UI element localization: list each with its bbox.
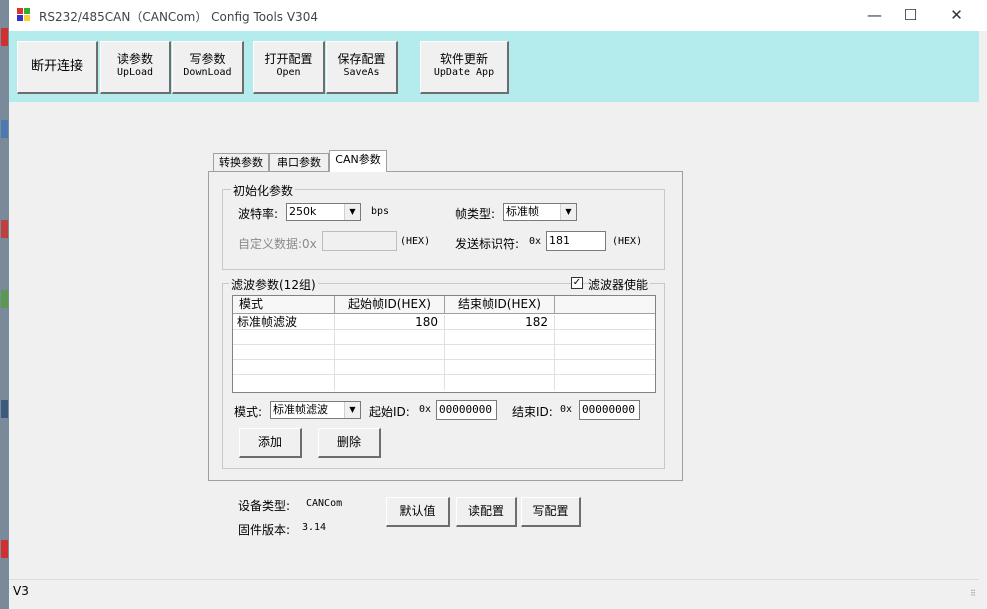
table-cell-end-id[interactable]: 182 <box>445 315 555 330</box>
baud-label: 波特率: <box>238 207 279 221</box>
table-cell-empty <box>555 330 655 345</box>
read-config-button[interactable]: 读配置 <box>456 497 517 527</box>
chevron-down-icon: ▼ <box>560 204 576 220</box>
upload-sublabel: UpLoad <box>116 67 154 78</box>
write-config-button[interactable]: 写配置 <box>521 497 581 527</box>
open-sublabel: Open <box>276 67 301 78</box>
table-cell-empty <box>445 375 555 390</box>
device-type-label: 设备类型: <box>238 499 291 513</box>
custom-data-input[interactable] <box>322 231 397 251</box>
baud-unit: bps <box>371 206 390 217</box>
table-cell-empty <box>555 360 655 375</box>
frame-type-value: 标准帧 <box>506 205 539 218</box>
filter-group-title: 滤波参数(12组) <box>229 276 318 293</box>
table-cell-empty <box>445 330 555 345</box>
tab-conversion[interactable]: 转换参数 <box>213 153 269 172</box>
delete-filter-button[interactable]: 删除 <box>318 428 381 458</box>
table-cell-empty <box>233 345 335 360</box>
end-id-prefix: 0x <box>560 404 573 415</box>
column-header-mode[interactable]: 模式 <box>233 296 335 314</box>
download-label: 写参数 <box>189 52 226 66</box>
column-header-blank <box>555 296 655 314</box>
status-text: V3 <box>13 584 29 598</box>
frame-type-label: 帧类型: <box>455 207 496 221</box>
custom-data-hex: (HEX) <box>400 236 431 247</box>
default-button[interactable]: 默认值 <box>386 497 450 527</box>
desktop-strip <box>0 0 9 609</box>
resize-grip-icon[interactable]: ⠿ <box>970 589 976 598</box>
device-type-value: CANCom <box>306 498 343 509</box>
window-title: RS232/485CAN（CANCom） Config Tools V304 <box>39 10 318 24</box>
app-window: RS232/485CAN（CANCom） Config Tools V304 —… <box>0 0 987 609</box>
update-app-button[interactable]: 软件更新 UpDate App <box>420 41 509 94</box>
baud-value: 250k <box>289 205 317 218</box>
filter-enable-checkbox[interactable]: ✓ <box>571 277 583 289</box>
init-group-title: 初始化参数 <box>231 182 296 199</box>
table-cell-empty <box>555 345 655 360</box>
start-id-input[interactable]: 00000000 <box>436 400 497 420</box>
table-cell-start-id[interactable]: 180 <box>335 315 445 330</box>
tab-serial[interactable]: 串口参数 <box>269 153 329 172</box>
table-cell-blank <box>555 315 655 330</box>
update-sublabel: UpDate App <box>433 67 495 78</box>
mode-value: 标准帧滤波 <box>273 403 328 416</box>
download-sublabel: DownLoad <box>183 67 232 78</box>
baud-select[interactable]: 250k ▼ <box>286 203 361 221</box>
add-filter-button[interactable]: 添加 <box>239 428 302 458</box>
open-button[interactable]: 打开配置 Open <box>253 41 325 94</box>
table-cell-empty <box>335 360 445 375</box>
start-id-prefix: 0x <box>419 404 432 415</box>
send-id-hex: (HEX) <box>612 236 643 247</box>
saveas-label: 保存配置 <box>337 52 386 66</box>
table-cell-mode[interactable]: 标准帧滤波 <box>233 315 335 330</box>
send-id-label: 发送标识符: <box>455 237 520 251</box>
table-cell-empty <box>233 330 335 345</box>
filter-table[interactable]: 模式 起始帧ID(HEX) 结束帧ID(HEX) 标准帧滤波 180 182 <box>232 295 656 393</box>
column-header-start-id[interactable]: 起始帧ID(HEX) <box>335 296 445 314</box>
table-cell-empty <box>335 345 445 360</box>
send-id-prefix: 0x <box>529 236 542 247</box>
saveas-sublabel: SaveAs <box>343 67 380 78</box>
chevron-down-icon: ▼ <box>344 402 360 418</box>
firmware-value: 3.14 <box>302 522 327 533</box>
tab-can[interactable]: CAN参数 <box>329 150 387 172</box>
open-label: 打开配置 <box>264 52 313 66</box>
disconnect-button[interactable]: 断开连接 <box>17 41 98 94</box>
chevron-down-icon: ▼ <box>344 204 360 220</box>
upload-label: 读参数 <box>116 52 153 66</box>
table-cell-empty <box>233 375 335 390</box>
end-id-input[interactable]: 00000000 <box>579 400 640 420</box>
status-bar: V3 ⠿ <box>9 579 979 601</box>
filter-enable-label: 滤波器使能 <box>588 276 651 293</box>
table-cell-empty <box>335 330 445 345</box>
mode-select[interactable]: 标准帧滤波 ▼ <box>270 401 361 419</box>
frame-type-select[interactable]: 标准帧 ▼ <box>503 203 577 221</box>
table-cell-empty <box>555 375 655 390</box>
table-cell-empty <box>445 360 555 375</box>
firmware-label: 固件版本: <box>238 523 291 537</box>
custom-data-label: 自定义数据:0x <box>238 237 317 251</box>
download-button[interactable]: 写参数 DownLoad <box>172 41 244 94</box>
close-button[interactable]: ✕ <box>934 0 979 31</box>
column-header-end-id[interactable]: 结束帧ID(HEX) <box>445 296 555 314</box>
init-group: 初始化参数 <box>222 182 665 270</box>
update-label: 软件更新 <box>439 52 488 66</box>
mode-label: 模式: <box>234 405 263 419</box>
maximize-button[interactable]: ☐ <box>888 0 933 31</box>
title-bar: RS232/485CAN（CANCom） Config Tools V304 —… <box>9 0 987 31</box>
table-cell-empty <box>445 345 555 360</box>
table-cell-empty <box>335 375 445 390</box>
toolbar: 断开连接 读参数 UpLoad 写参数 DownLoad 打开配置 Open 保… <box>9 31 979 102</box>
table-cell-empty <box>233 360 335 375</box>
start-id-label: 起始ID: <box>369 405 410 419</box>
send-id-input[interactable]: 181 <box>546 231 606 251</box>
upload-button[interactable]: 读参数 UpLoad <box>100 41 171 94</box>
saveas-button[interactable]: 保存配置 SaveAs <box>326 41 398 94</box>
end-id-label: 结束ID: <box>512 405 553 419</box>
app-icon <box>17 8 31 22</box>
